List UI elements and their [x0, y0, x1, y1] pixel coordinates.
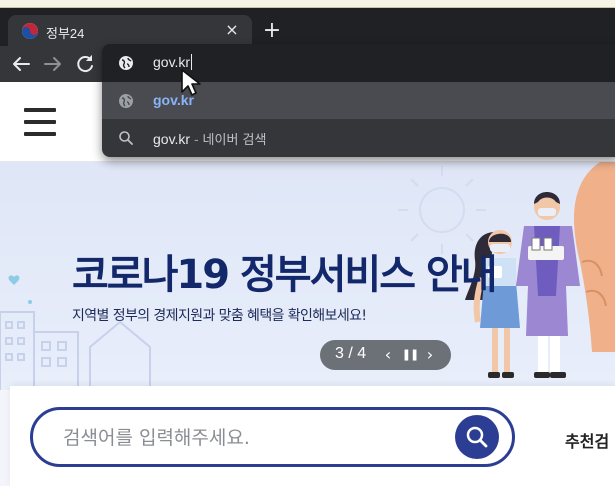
search-input[interactable]	[63, 424, 443, 452]
search-icon	[119, 131, 133, 145]
browser-tab[interactable]: 정부24 ×	[8, 15, 252, 46]
tab-close-button[interactable]: ×	[222, 20, 242, 40]
search-box	[30, 407, 515, 467]
search-icon	[466, 426, 488, 448]
back-arrow-icon	[13, 57, 30, 71]
menu-icon[interactable]	[24, 108, 56, 136]
suggestion-search-text: gov.kr	[153, 131, 191, 147]
banner-title: 코로나19 정부서비스 안내	[72, 252, 498, 298]
banner-subtitle: 지역별 정부의 경제지원과 맞춤 혜택을 확인해보세요!	[72, 308, 367, 324]
reload-button[interactable]	[73, 52, 97, 76]
suggestion-separator: -	[190, 131, 203, 147]
banner-pager: 3 / 4 ‹ ❚❚ ›	[320, 340, 451, 370]
screen: 정부24 × + 코로나19 정부서비스 안내 지역별 정부의 경제지원과 맞춤…	[0, 0, 615, 486]
hero-banner[interactable]: 코로나19 정부서비스 안내 지역별 정부의 경제지원과 맞춤 혜택을 확인해보…	[0, 162, 615, 390]
prev-slide-button[interactable]: ‹	[378, 343, 398, 367]
search-button[interactable]	[455, 415, 499, 459]
taegeuk-favicon-icon	[22, 23, 38, 39]
forward-button[interactable]	[41, 52, 65, 76]
recommended-keywords-label[interactable]: 추천검	[565, 428, 609, 452]
next-slide-button[interactable]: ›	[420, 343, 440, 367]
back-button[interactable]	[9, 52, 33, 76]
tab-title: 정부24	[46, 26, 85, 41]
slide-counter: 3 / 4	[335, 345, 367, 362]
pause-slide-button[interactable]: ❚❚	[400, 343, 420, 367]
globe-icon	[119, 94, 133, 108]
reload-icon	[77, 55, 93, 73]
suggestion-search[interactable]: gov.kr - 네이버 검색	[102, 119, 615, 156]
forward-arrow-icon	[44, 57, 61, 71]
window-top-strip	[0, 0, 615, 8]
search-section: 추천검	[10, 386, 615, 486]
new-tab-button[interactable]: +	[260, 20, 284, 44]
omnibox-dropdown: gov.kr gov.kr gov.kr - 네이버 검색	[102, 44, 615, 157]
browser-tab-bar: 정부24 × +	[0, 8, 615, 46]
globe-icon	[119, 56, 133, 70]
suggestion-url[interactable]: gov.kr	[102, 82, 615, 119]
suggestion-description: 네이버 검색	[202, 133, 267, 148]
mouse-cursor-icon	[181, 69, 201, 96]
address-bar[interactable]: gov.kr	[102, 44, 615, 82]
